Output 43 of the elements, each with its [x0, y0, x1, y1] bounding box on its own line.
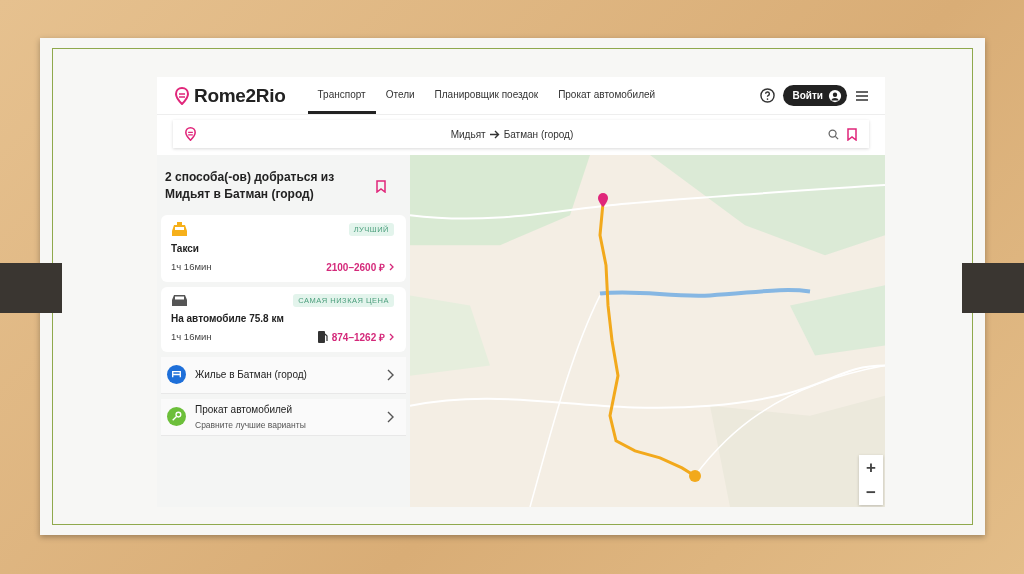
destination-text: Батман (город) — [503, 128, 574, 140]
menu-icon[interactable] — [855, 89, 869, 102]
chevron-right-icon — [389, 332, 394, 341]
link-title: Прокат автомобилей — [195, 403, 294, 415]
origin-text: Мидьят — [450, 128, 486, 140]
login-button[interactable]: Войти — [783, 85, 847, 106]
arrow-right-icon — [489, 129, 500, 139]
bookmark-icon[interactable] — [376, 179, 386, 193]
link-row[interactable]: Жилье в Батман (город) — [161, 356, 406, 394]
nav-tab[interactable]: Прокат автомобилей — [548, 77, 666, 114]
pin-logo-icon — [175, 86, 189, 105]
search-icon[interactable] — [828, 128, 839, 140]
taxi-icon — [171, 221, 188, 237]
car-icon — [171, 293, 188, 307]
bookmark-icon[interactable] — [847, 127, 857, 141]
bed-icon — [167, 365, 186, 385]
fuel-pump-icon — [317, 330, 328, 343]
user-avatar-icon — [828, 88, 842, 103]
pin-logo-icon — [185, 127, 196, 141]
chevron-right-icon — [389, 262, 394, 271]
chevron-right-icon — [387, 410, 394, 423]
link-title: Жилье в Батман (город) — [195, 369, 308, 381]
link-row[interactable]: Прокат автомобилей Сравните лучшие варианты — [161, 398, 406, 436]
option-name: Такси — [171, 242, 200, 254]
chevron-right-icon — [387, 368, 394, 381]
nav-tab[interactable]: Транспорт — [307, 77, 376, 114]
duration-text: 1ч 16мин — [171, 331, 212, 343]
search-bar[interactable]: Мидьят Батман (город) — [173, 120, 869, 148]
slide-tab-shape — [0, 263, 62, 313]
results-title: 2 способа(-ов) добраться из Мидьят в Батман (город) — [165, 169, 336, 204]
price-text: 874–1262 ₽ — [331, 330, 385, 344]
help-icon[interactable] — [760, 88, 776, 103]
nav-tab[interactable]: Отели — [375, 77, 425, 114]
option-name: На автомобиле 75.8 км — [171, 312, 285, 324]
zoom-in-button[interactable]: + — [859, 455, 883, 480]
price-text: 2100–2600 ₽ — [326, 260, 385, 274]
zoom-out-button[interactable]: − — [859, 480, 883, 505]
nav-tab[interactable]: Планировщик поездок — [424, 77, 549, 114]
slide-tab-shape — [962, 263, 1024, 313]
link-subtitle: Сравните лучшие варианты — [195, 419, 307, 430]
logo-text[interactable]: Rome2Rio — [194, 84, 286, 107]
key-icon — [167, 407, 186, 427]
duration-text: 1ч 16мин — [171, 261, 212, 273]
